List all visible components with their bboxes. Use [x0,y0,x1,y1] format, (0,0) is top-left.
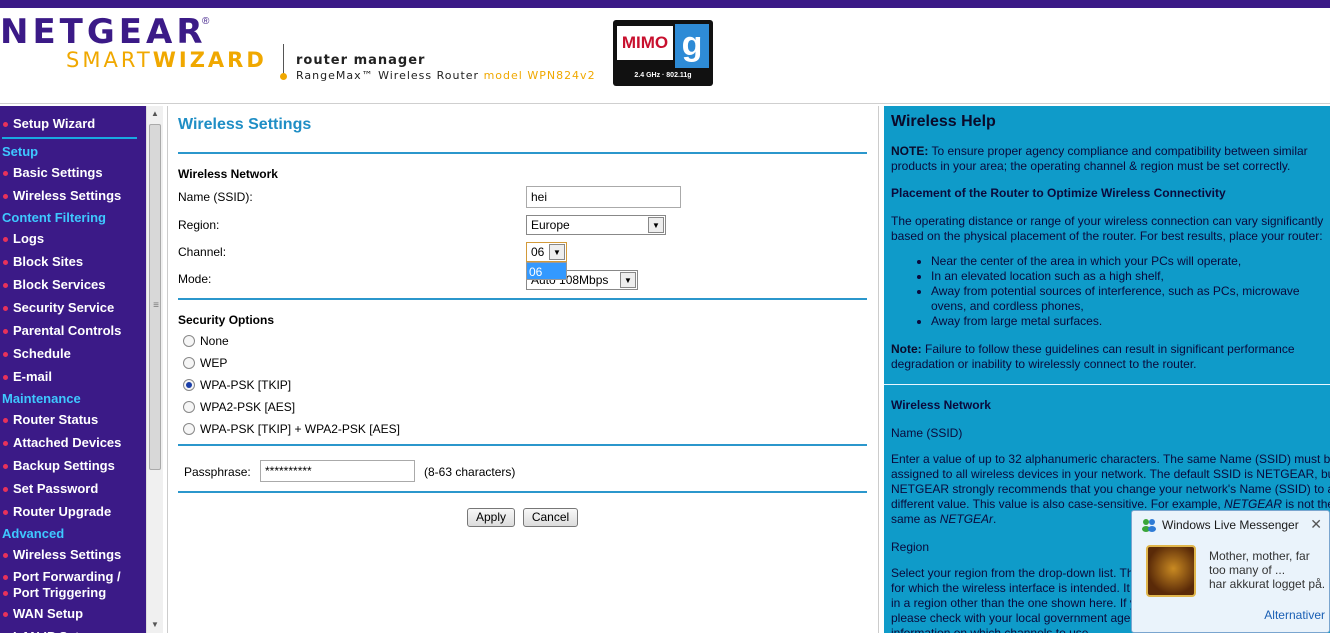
radio-label: None [200,334,229,348]
messenger-options-link[interactable]: Alternativer [1264,608,1325,622]
channel-label: Channel: [178,245,227,259]
sidebar-item-wireless-settings[interactable]: Wireless Settings [0,547,146,562]
page-title: Wireless Settings [178,116,312,133]
divider [178,298,867,300]
sidebar-item-port-forwarding[interactable]: Port Forwarding / [0,569,146,584]
sidebar-item-parental-controls[interactable]: Parental Controls [0,323,146,338]
messenger-title: Windows Live Messenger [1162,518,1299,532]
divider [178,444,867,446]
security-option-3[interactable]: WPA2-PSK [AES] [183,400,295,414]
passphrase-input[interactable] [260,460,415,482]
help-note-2: Note: Failure to follow these guidelines… [891,342,1295,371]
messenger-notification[interactable]: Windows Live Messenger ✕ Mother, mother,… [1131,510,1330,633]
security-options-heading: Security Options [178,313,275,327]
sidebar-nav: Setup Wizard Setup Basic Settings Wireless … [0,106,146,633]
mode-label: Mode: [178,272,212,286]
close-icon[interactable]: ✕ [1310,516,1322,533]
scroll-thumb[interactable]: ≡ [149,124,161,470]
security-option-2[interactable]: WPA-PSK [TKIP] [183,378,291,392]
radio-label: WPA-PSK [TKIP] + WPA2-PSK [AES] [200,422,400,436]
security-option-4[interactable]: WPA-PSK [TKIP] + WPA2-PSK [AES] [183,422,400,436]
help-title: Wireless Help [891,113,996,130]
help-ssid-title: Name (SSID) [891,426,963,440]
mimo-badge: MIMO g 2.4 GHz · 802.11g [613,20,713,86]
ssid-input[interactable] [526,186,681,208]
scroll-down-icon[interactable]: ▼ [147,617,163,633]
sidebar-item-block-services[interactable]: Block Services [0,277,146,292]
sidebar-item-e-mail[interactable]: E-mail [0,369,146,384]
passphrase-label: Passphrase: [184,465,251,479]
sidebar-item-attached-devices[interactable]: Attached Devices [0,435,146,450]
chevron-down-icon: ▼ [620,272,636,288]
trademark: ® [202,16,210,27]
sidebar-section-content-filtering: Content Filtering [2,210,106,225]
placement-text: The operating distance or range of your … [891,214,1324,243]
placement-title: Placement of the Router to Optimize Wire… [891,186,1226,200]
messenger-icon [1142,519,1156,532]
list-item: Away from potential sources of interfere… [931,284,1330,314]
header-divider [283,44,284,74]
list-item: Near the center of the area in which you… [931,254,1330,269]
radio-label: WPA2-PSK [AES] [200,400,296,414]
header-dot [280,73,287,80]
sidebar-item-router-status[interactable]: Router Status [0,412,146,427]
cancel-button[interactable]: Cancel [523,508,578,527]
sidebar-item-router-upgrade[interactable]: Router Upgrade [0,504,146,519]
sidebar-divider [2,137,137,139]
apply-button[interactable]: Apply [467,508,515,527]
list-item: Away from large metal surfaces. [931,314,1330,329]
product-description: RangeMax™ Wireless Router model WPN824v2 [296,69,596,82]
help-divider [884,384,1330,385]
help-wireless-network-title: Wireless Network [891,398,991,412]
chevron-down-icon: ▼ [549,244,565,260]
sidebar-item-setup-wizard[interactable]: Setup Wizard [0,116,146,131]
sidebar-item-set-password[interactable]: Set Password [0,481,146,496]
sidebar-item-security-service[interactable]: Security Service [0,300,146,315]
radio-button[interactable] [183,401,195,413]
radio-button[interactable] [183,357,195,369]
radio-button[interactable] [183,423,195,435]
security-option-1[interactable]: WEP [183,356,227,370]
scroll-up-icon[interactable]: ▲ [147,106,163,122]
smartwizard-logo: SMARTWIZARD [66,48,267,72]
avatar[interactable] [1146,545,1196,597]
ssid-label: Name (SSID): [178,190,253,204]
sidebar-item-port-triggering[interactable]: Port Triggering [0,585,146,600]
region-label: Region: [178,218,220,232]
radio-button[interactable] [183,379,195,391]
channel-select[interactable]: 06 ▼ [526,242,567,262]
router-manager-title: router manager [296,53,426,68]
header: NETGEAR ® SMARTWIZARD router manager Ran… [0,8,1330,104]
security-option-0[interactable]: None [183,334,229,348]
sidebar-item-logs[interactable]: Logs [0,231,146,246]
divider [178,152,867,154]
sidebar-item-lan-ip-setup[interactable]: LAN IP Setup [0,629,146,633]
sidebar-item-schedule[interactable]: Schedule [0,346,146,361]
passphrase-hint: (8-63 characters) [424,465,516,479]
channel-dropdown-option[interactable]: 06 [526,262,567,280]
sidebar-section-advanced: Advanced [2,526,65,541]
main-panel: Wireless Settings Wireless Network Name … [167,106,878,633]
divider [178,491,867,493]
sidebar-section-maintenance: Maintenance [2,391,81,406]
radio-label: WEP [200,356,228,370]
help-note: NOTE: To ensure proper agency compliance… [891,144,1308,173]
placement-list: Near the center of the area in which you… [891,254,1330,329]
chevron-down-icon: ▼ [648,217,664,233]
sidebar-item-basic-settings[interactable]: Basic Settings [0,165,146,180]
region-select[interactable]: Europe ▼ [526,215,666,235]
top-accent-bar [0,0,1330,8]
netgear-logo: NETGEAR [0,12,207,52]
sidebar-item-backup-settings[interactable]: Backup Settings [0,458,146,473]
wireless-network-heading: Wireless Network [178,167,278,181]
radio-label: WPA-PSK [TKIP] [200,378,292,392]
sidebar-item-wireless-settings[interactable]: Wireless Settings [0,188,146,203]
list-item: In an elevated location such as a high s… [931,269,1330,284]
sidebar-scrollbar[interactable]: ▲ ≡ ▼ [146,106,163,633]
sidebar-section-setup: Setup [2,144,39,159]
sidebar-item-block-sites[interactable]: Block Sites [0,254,146,269]
radio-button[interactable] [183,335,195,347]
messenger-message[interactable]: Mother, mother, far too many of ... har a… [1209,549,1327,591]
sidebar-item-wan-setup[interactable]: WAN Setup [0,606,146,621]
